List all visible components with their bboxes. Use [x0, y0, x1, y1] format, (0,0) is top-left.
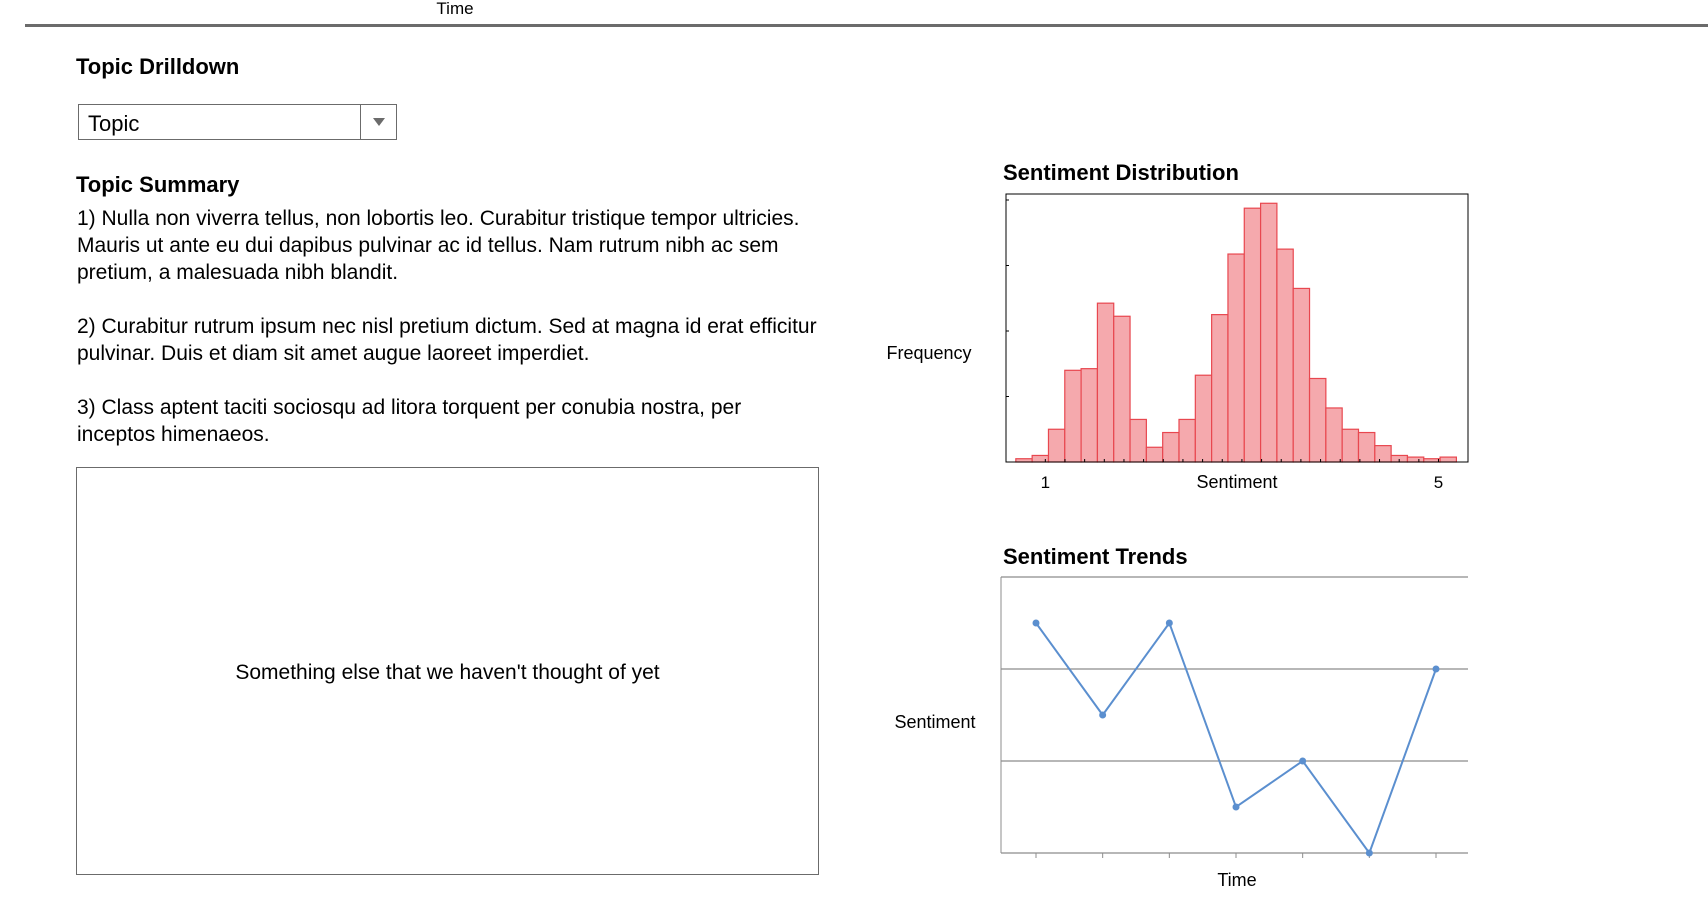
data-point: [1232, 803, 1240, 811]
data-point: [1299, 757, 1307, 765]
data-point: [1099, 711, 1107, 719]
x-axis-label: Time: [1217, 870, 1256, 890]
data-point: [1432, 665, 1440, 673]
data-point: [1032, 619, 1040, 627]
data-point: [1365, 849, 1373, 857]
sentiment-trend-line: [1035, 620, 1437, 856]
sentiment-trends-chart: Time Sentiment: [894, 576, 1468, 890]
y-axis-label: Sentiment: [894, 712, 975, 732]
data-point: [1165, 619, 1173, 627]
